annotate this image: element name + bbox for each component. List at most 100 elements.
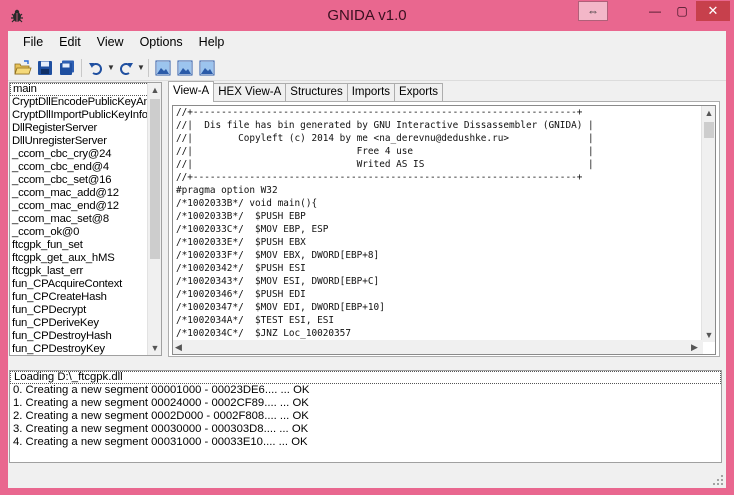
redo-dropdown-icon[interactable]: ▼ [137,63,145,72]
code-line: //| Dis file has bin generated by GNU In… [176,120,594,131]
function-list-items: main CryptDllEncodePublicKeyAn CryptDllImp… [10,83,161,355]
save-all-icon [60,60,74,75]
close-icon: ✕ [707,3,719,18]
menu-options[interactable]: Options [132,31,191,53]
view-button-1[interactable] [152,57,174,79]
code-lines: //+-------------------------------------… [173,106,715,353]
function-list-item[interactable]: DllUnregisterServer [10,135,161,148]
undo-icon [89,62,102,75]
function-list-item[interactable]: _ccom_cbc_set@16 [10,174,161,187]
function-list-item[interactable]: CryptDllEncodePublicKeyAn [10,96,161,109]
code-line: /*1002034C*/ $JNZ Loc_10020357 [176,328,351,339]
resize-grip-icon[interactable] [712,474,724,486]
log-lines: Loading D:\_ftcgpk.dll 0. Creating a new … [10,371,721,449]
function-list-item[interactable]: main [10,83,161,96]
function-list-item[interactable]: _ccom_mac_set@8 [10,213,161,226]
minimize-button[interactable]: — [642,1,668,21]
scroll-up-icon[interactable]: ▲ [148,83,161,97]
save-all-button[interactable] [56,57,78,79]
scroll-down-icon[interactable]: ▼ [148,341,161,355]
view-tabs: View-A HEX View-A Structures Imports Exp… [168,81,444,102]
client-area: File Edit View Options Help ▼ ▼ main Cry… [8,31,726,488]
code-line: /*1002033B*/ void main(){ [176,198,318,209]
tab-hex-view-a[interactable]: HEX View-A [213,83,287,102]
code-line: /*1002034A*/ $TEST ESI, ESI [176,315,335,326]
app-window: GNIDA v1.0 ⇔ — ▢ ✕ File Edit View Option… [0,0,734,495]
restore-arrows-icon: ⇔ [587,4,599,18]
log-line: Loading D:\_ftcgpk.dll [10,371,721,384]
scroll-left-icon[interactable]: ◀ [175,340,185,354]
redo-button[interactable] [115,57,137,79]
code-line: /*10020343*/ $MOV ESI, DWORD[EBP+C] [176,276,380,287]
view-a-pane: //+-------------------------------------… [168,101,720,357]
scroll-down-icon[interactable]: ▼ [702,328,715,342]
function-list-item[interactable]: fun_CPCreateHash [10,291,161,304]
image-icon [177,60,193,75]
function-list-item[interactable]: fun_CPDestroyHash [10,330,161,343]
function-list-item[interactable]: _ccom_cbc_end@4 [10,161,161,174]
log-line: 0. Creating a new segment 00001000 - 000… [13,384,310,396]
view-button-3[interactable] [196,57,218,79]
close-button[interactable]: ✕ [696,1,730,21]
function-list-item[interactable]: fun_CPAcquireContext [10,278,161,291]
menu-bar: File Edit View Options Help [8,31,726,53]
function-list-item[interactable]: ftcgpk_get_aux_hMS [10,252,161,265]
function-list-item[interactable]: ftcgpk_fun_set [10,239,161,252]
function-list[interactable]: main CryptDllEncodePublicKeyAn CryptDllImp… [9,82,162,356]
minimize-icon: — [649,4,661,18]
tab-view-a[interactable]: View-A [168,81,215,102]
view-button-2[interactable] [174,57,196,79]
log-line: 3. Creating a new segment 00030000 - 000… [13,423,309,435]
code-vertical-scrollbar[interactable]: ▲ ▼ [701,106,715,342]
disassembly-view[interactable]: //+-------------------------------------… [172,105,716,355]
resize-toggle-button[interactable]: ⇔ [578,1,608,21]
function-list-item[interactable]: _ccom_mac_add@12 [10,187,161,200]
code-line: /*10020342*/ $PUSH ESI [176,263,306,274]
maximize-button[interactable]: ▢ [669,1,695,21]
function-list-item[interactable]: _ccom_mac_end@12 [10,200,161,213]
tab-structures[interactable]: Structures [285,83,348,102]
undo-dropdown-icon[interactable]: ▼ [107,63,115,72]
image-icon [199,60,215,75]
save-icon [38,60,52,75]
function-list-item[interactable]: fun_CPDestroyKey [10,343,161,355]
menu-help[interactable]: Help [191,31,233,53]
redo-icon [120,62,133,75]
status-bar [8,468,726,488]
function-list-item[interactable]: fun_CPDecrypt [10,304,161,317]
toolbar-separator [81,58,82,77]
maximize-icon: ▢ [676,4,688,18]
scroll-up-icon[interactable]: ▲ [702,106,715,120]
window-title: GNIDA v1.0 [327,7,407,24]
code-horizontal-scrollbar[interactable]: ◀ ▶ [173,340,703,354]
menu-view[interactable]: View [89,31,132,53]
code-line: /*1002033C*/ $MOV EBP, ESP [176,224,329,235]
open-button[interactable] [12,57,34,79]
scroll-thumb[interactable] [704,122,714,138]
tab-exports[interactable]: Exports [394,83,444,102]
image-icon [155,60,171,75]
code-line: //| Free 4 use | [176,146,594,157]
menu-file[interactable]: File [8,31,51,53]
scroll-thumb[interactable] [150,99,160,259]
tab-imports[interactable]: Imports [346,83,396,102]
undo-button[interactable] [85,57,107,79]
code-line: /*1002033F*/ $MOV EBX, DWORD[EBP+8] [176,250,380,261]
save-button[interactable] [34,57,56,79]
title-bar[interactable]: GNIDA v1.0 ⇔ — ▢ ✕ [0,0,734,32]
log-line: 2. Creating a new segment 0002D000 - 000… [13,410,309,422]
function-list-item[interactable]: ftcgpk_last_err [10,265,161,278]
scroll-right-icon[interactable]: ▶ [691,340,701,354]
function-list-item[interactable]: fun_CPDeriveKey [10,317,161,330]
output-log[interactable]: Loading D:\_ftcgpk.dll 0. Creating a new … [9,370,722,463]
function-list-item[interactable]: _ccom_ok@0 [10,226,161,239]
menu-edit[interactable]: Edit [51,31,89,53]
code-line: //+-------------------------------------… [176,172,583,183]
code-line: #pragma option W32 [176,185,278,196]
function-list-item[interactable]: _ccom_cbc_cry@24 [10,148,161,161]
function-list-scrollbar[interactable]: ▲ ▼ [147,83,161,355]
code-line: //| Writed AS IS | [176,159,594,170]
function-list-item[interactable]: CryptDllImportPublicKeyInfoE [10,109,161,122]
function-list-item[interactable]: DllRegisterServer [10,122,161,135]
toolbar: ▼ ▼ [8,55,726,81]
